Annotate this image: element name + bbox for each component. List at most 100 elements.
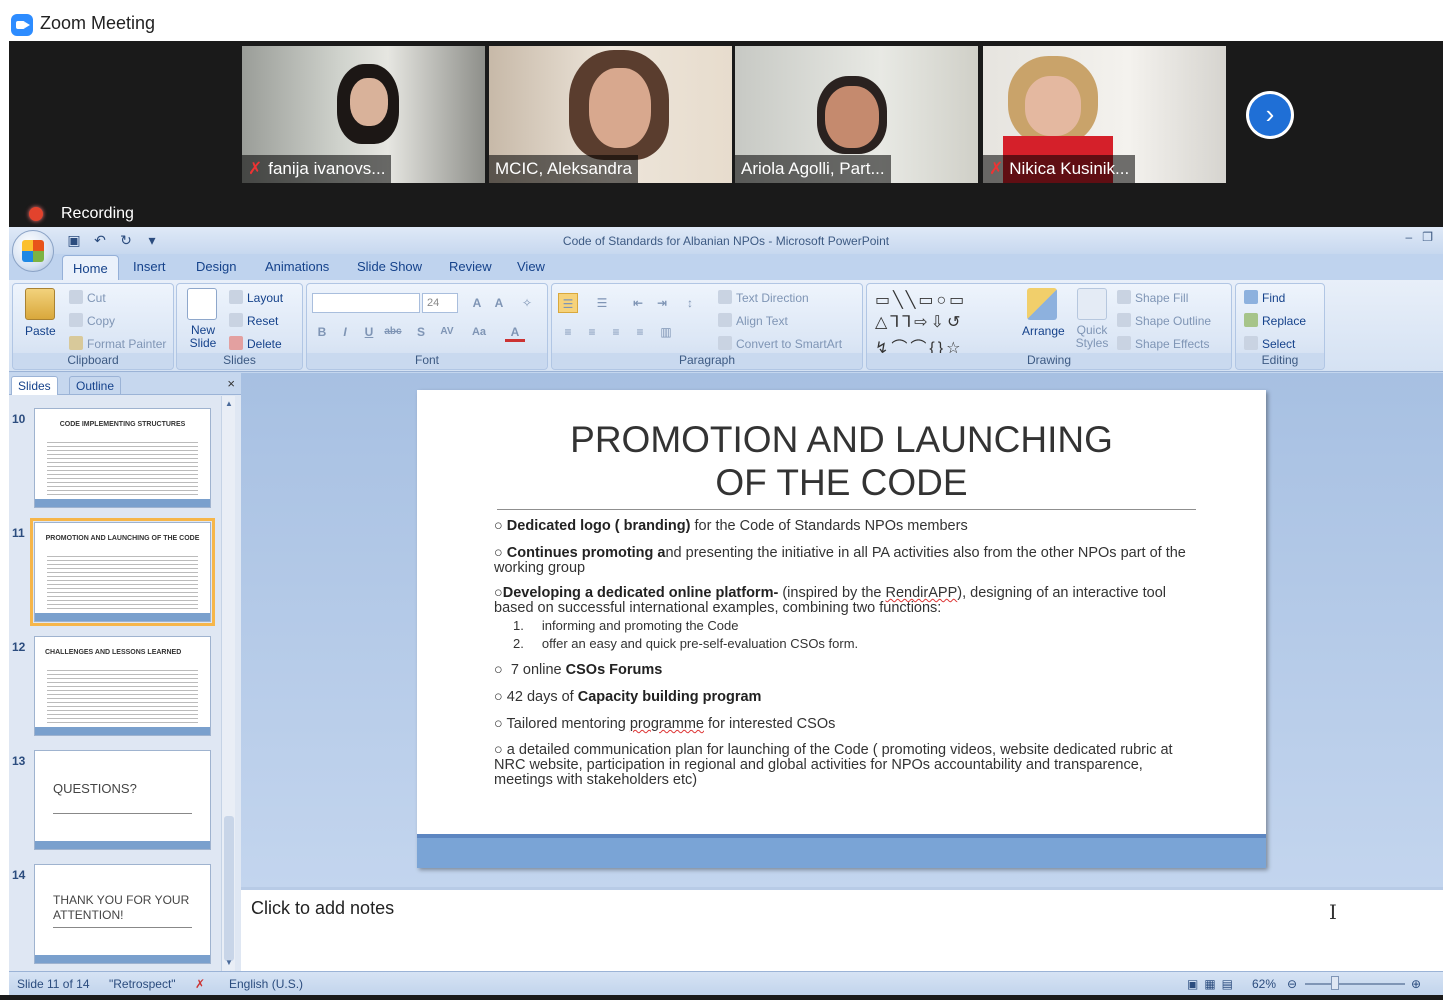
text-direction-button[interactable]: Text Direction [718,290,809,305]
notes-placeholder: Click to add notes [251,898,395,918]
increase-indent-icon[interactable]: ⇥ [652,293,672,313]
change-case-icon[interactable]: Aa [469,322,489,342]
convert-smartart-button[interactable]: Convert to SmartArt [718,336,842,351]
format-painter-button[interactable]: Format Painter [69,336,166,351]
replace-button[interactable]: Replace [1244,313,1306,328]
slide-thumbnail[interactable]: THANK YOU FOR YOUR ATTENTION! [34,864,211,964]
font-name-combo[interactable] [312,293,420,313]
participant-tile[interactable]: MCIC, Aleksandra [489,46,732,183]
zoom-slider-thumb[interactable] [1331,976,1339,990]
slide-thumbnail[interactable]: CODE IMPLEMENTING STRUCTURES [34,408,211,508]
tab-review[interactable]: Review [449,259,492,274]
office-button[interactable] [12,230,54,272]
shape-effects-button[interactable]: Shape Effects [1117,336,1210,351]
restore-icon[interactable]: ❐ [1422,230,1433,244]
numbering-icon[interactable]: ☰ [592,293,612,313]
reset-button[interactable]: Reset [229,313,278,328]
font-size-combo[interactable]: 24 [422,293,458,313]
bullet-item[interactable]: ○ a detailed communication plan for laun… [494,743,1174,788]
clear-formatting-icon[interactable]: ✧ [517,293,537,313]
bullet-item[interactable]: ○ Continues promoting and presenting the… [494,546,1194,576]
layout-button[interactable]: Layout [229,290,283,305]
shapes-gallery[interactable]: ▭╲╲▭○▭ [875,290,967,310]
quick-styles-icon [1077,288,1107,320]
align-right-icon[interactable]: ≡ [606,322,626,342]
sub-item[interactable]: 2. offer an easy and quick pre-self-eval… [513,636,858,651]
find-button[interactable]: Find [1244,290,1285,305]
participant-tile[interactable]: ✗ fanija ivanovs... [242,46,485,183]
current-slide[interactable]: PROMOTION AND LAUNCHING OF THE CODE ○ Ded… [417,390,1266,868]
align-left-icon[interactable]: ≡ [558,322,578,342]
bullets-icon[interactable]: ☰ [558,293,578,313]
tab-slides[interactable]: Slides [11,376,58,395]
customize-qat-icon[interactable]: ▾ [143,231,161,249]
scroll-down-icon[interactable]: ▼ [224,958,234,968]
view-buttons[interactable]: ▣▦▤ [1187,977,1239,991]
quick-styles-button[interactable]: Quick Styles [1072,324,1112,350]
zoom-out-icon[interactable]: ⊖ [1287,977,1297,991]
next-page-button[interactable]: › [1246,91,1294,139]
save-icon[interactable]: ▣ [65,231,83,249]
copy-button[interactable]: Copy [69,313,115,328]
bullet-item[interactable]: ○ 42 days of Capacity building program [494,690,1194,705]
close-panel-icon[interactable]: × [227,376,235,391]
bullet-item[interactable]: ○ Dedicated logo ( branding) for the Cod… [494,519,1194,534]
tab-home[interactable]: Home [62,255,119,280]
shape-fill-button[interactable]: Shape Fill [1117,290,1188,305]
tab-slide-show[interactable]: Slide Show [357,259,422,274]
notes-pane[interactable]: Click to add notes I [241,887,1443,971]
tab-design[interactable]: Design [196,259,236,274]
participant-tile-active-speaker[interactable]: Ariola Agolli, Part... [735,46,978,183]
bullet-item[interactable]: ○ Tailored mentoring programme for inter… [494,717,1194,732]
tab-insert[interactable]: Insert [133,259,166,274]
language-indicator[interactable]: English (U.S.) [229,977,303,991]
cut-button[interactable]: Cut [69,290,106,305]
sub-item[interactable]: 1. informing and promoting the Code [513,618,738,633]
select-button[interactable]: Select [1244,336,1295,351]
line-spacing-icon[interactable]: ↕ [680,293,700,313]
zoom-in-icon[interactable]: ⊕ [1411,977,1421,991]
thumbnails-scrollbar[interactable]: ▲ ▼ [221,396,235,971]
shrink-font-icon[interactable]: A [489,293,509,313]
redo-icon[interactable]: ↻ [117,231,135,249]
paste-button[interactable]: Paste [25,324,56,338]
scroll-up-icon[interactable]: ▲ [224,399,234,409]
participant-tile[interactable]: ✗ Nikica Kusinik... [983,46,1226,183]
font-color-icon[interactable]: A [505,322,525,342]
zoom-level[interactable]: 62% [1252,977,1276,991]
align-center-icon[interactable]: ≡ [582,322,602,342]
underline-icon[interactable]: U [359,322,379,342]
tab-view[interactable]: View [517,259,545,274]
slide-thumbnail-selected[interactable]: PROMOTION AND LAUNCHING OF THE CODE [30,518,215,626]
zoom-window-title: Zoom Meeting [40,13,156,33]
minimize-icon[interactable]: – [1406,230,1413,244]
slide-title[interactable]: PROMOTION AND LAUNCHING OF THE CODE [417,418,1266,504]
scrollbar-thumb[interactable] [224,816,234,961]
shapes-gallery-row2[interactable]: △⅂⅂⇨⇩↺ [875,312,963,332]
decrease-indent-icon[interactable]: ⇤ [628,293,648,313]
slide-thumbnail[interactable]: QUESTIONS? [34,750,211,850]
italic-icon[interactable]: I [335,322,355,342]
delete-slide-button[interactable]: Delete [229,336,282,351]
shape-outline-button[interactable]: Shape Outline [1117,313,1211,328]
tab-animations[interactable]: Animations [265,259,329,274]
columns-icon[interactable]: ▥ [656,322,676,342]
bullet-item[interactable]: ○Developing a dedicated online platform-… [494,586,1194,616]
slide-thumbnail[interactable]: CHALLENGES AND LESSONS LEARNED [34,636,211,736]
arrange-button[interactable]: Arrange [1022,324,1065,338]
undo-icon[interactable]: ↶ [91,231,109,249]
justify-icon[interactable]: ≡ [630,322,650,342]
zoom-slider[interactable] [1305,983,1405,985]
grow-font-icon[interactable]: A [467,293,487,313]
bold-icon[interactable]: B [312,322,332,342]
bullet-item[interactable]: ○ 7 online CSOs Forums [494,663,1194,678]
spellcheck-icon[interactable]: ✗ [195,977,205,991]
shadow-icon[interactable]: S [411,322,431,342]
new-slide-button[interactable]: New Slide [183,324,223,350]
thumbnail-number: 13 [12,754,26,768]
tab-outline[interactable]: Outline [69,376,122,395]
character-spacing-icon[interactable]: AV [437,322,457,342]
strikethrough-icon[interactable]: abc [383,322,403,342]
align-text-button[interactable]: Align Text [718,313,788,328]
layout-label: Layout [247,291,284,305]
